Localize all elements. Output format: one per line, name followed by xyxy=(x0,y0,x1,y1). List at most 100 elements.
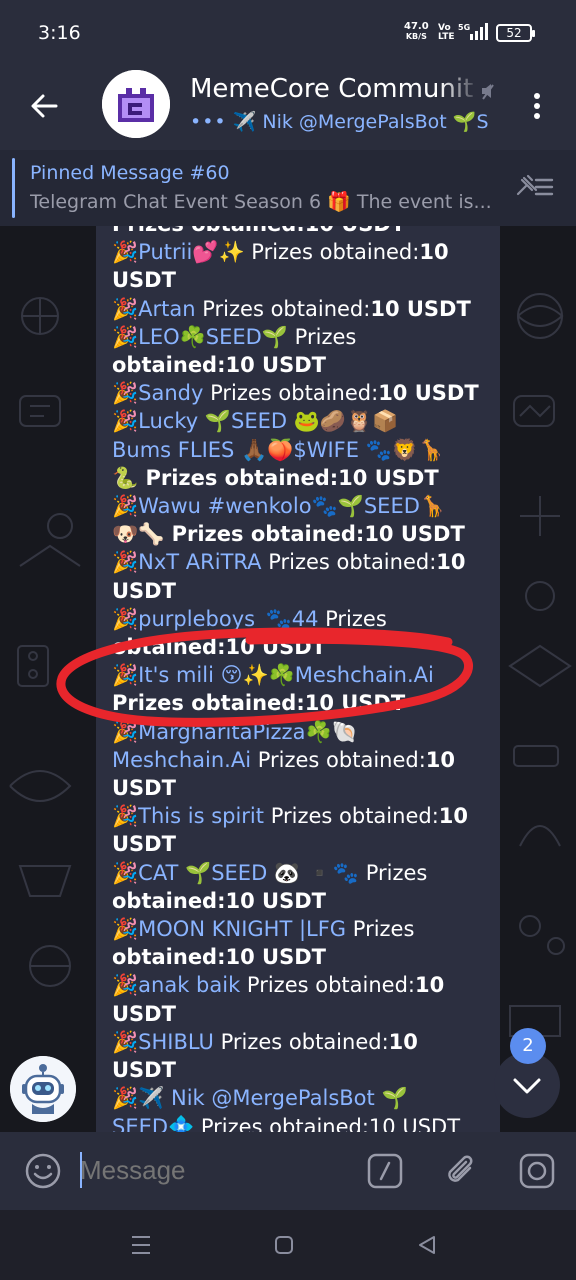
winner-name[interactable]: SHIBLU xyxy=(138,1030,214,1054)
prize-label: Prizes obtained: xyxy=(203,381,379,406)
prize-line: Prizes obtained:10 USDT xyxy=(112,226,492,238)
attach-icon[interactable] xyxy=(442,1150,480,1190)
prize-wrap: USDT xyxy=(112,776,176,801)
prize-amount: 10 xyxy=(419,240,449,265)
winner-line: 🎉Wawu #wenkolo🐾🌱SEED🦒 xyxy=(112,492,492,520)
group-avatar[interactable] xyxy=(102,70,170,138)
home-icon[interactable] xyxy=(274,1235,294,1255)
emoji-icon[interactable] xyxy=(24,1152,62,1190)
prize-wrap: 🐶🦴 Prizes obtained:10 USDT xyxy=(112,522,465,547)
winner-name-cont[interactable]: Meshchain.Ai xyxy=(112,748,251,772)
winner-name[interactable]: MargharitaPizza☘️🐚 xyxy=(138,720,358,744)
prize-label: Prizes obtained: xyxy=(261,550,437,575)
volte-indicator: Vo LTE xyxy=(438,24,455,42)
pinned-indicator xyxy=(12,158,15,218)
prize-label: Prizes xyxy=(318,606,387,631)
title-fade xyxy=(440,74,480,108)
prize-label: Prizes obtained:10 USDT xyxy=(194,1114,461,1133)
winner-name[interactable]: Wawu #wenkolo🐾🌱SEED🦒 xyxy=(138,494,446,518)
typing-indicator: ••• xyxy=(190,111,227,133)
winner-name[interactable]: Artan xyxy=(138,297,195,321)
winner-name[interactable]: NxT ARiTRA xyxy=(138,550,261,574)
pinned-text: Telegram Chat Event Season 6 🎁 The event… xyxy=(30,191,492,213)
prize-wrap: obtained:10 USDT xyxy=(112,353,326,378)
party-icon: 🎉 xyxy=(112,1086,139,1111)
memecore-logo-icon xyxy=(102,70,170,138)
winner-line: 🎉SHIBLU Prizes obtained:10 xyxy=(112,1028,492,1056)
winner-name[interactable]: ✈️ Nik @MergePalsBot 🌱 xyxy=(138,1086,407,1110)
party-icon: 🎉 xyxy=(112,804,139,829)
party-icon: 🎉 xyxy=(112,973,139,998)
user-avatar[interactable] xyxy=(10,1056,76,1122)
prize-label: Prizes obtained: xyxy=(244,240,420,265)
prize-amount: 10 xyxy=(414,973,445,998)
nav-back-icon[interactable] xyxy=(416,1234,438,1256)
prize-label: Prizes xyxy=(346,917,415,942)
winner-line: 🎉anak baik Prizes obtained:10 xyxy=(112,971,492,999)
recent-apps-icon[interactable] xyxy=(130,1234,152,1256)
winner-line: 🎉It's mili 😚✨☘️Meshchain.Ai xyxy=(112,661,492,689)
prize-label: Prizes obtained: xyxy=(213,1029,389,1054)
winner-name[interactable]: Putrii💕✨ xyxy=(138,240,244,264)
typing-user: ✈️ Nik @MergePalsBot 🌱S xyxy=(232,111,489,133)
winner-name[interactable]: anak baik xyxy=(138,973,240,997)
winner-name[interactable]: Lucky 🌱SEED 🐸🥔🦉📦 xyxy=(138,409,398,433)
prize-wrap: USDT xyxy=(112,1001,176,1026)
party-icon: 🎉 xyxy=(112,324,139,349)
mute-icon xyxy=(482,84,494,100)
winner-line: 🎉Sandy Prizes obtained:10 USDT xyxy=(112,379,492,407)
pinned-list-icon[interactable] xyxy=(514,172,556,202)
prize-amount: 10 USDT xyxy=(378,381,479,406)
pinned-message-bar[interactable]: Pinned Message #60 Telegram Chat Event S… xyxy=(0,150,576,226)
prize-wrap: obtained:10 USDT xyxy=(112,888,326,913)
camera-icon[interactable] xyxy=(518,1152,556,1190)
prize-amount: 10 xyxy=(388,1029,418,1054)
prize-label: Prizes obtained: xyxy=(195,296,371,321)
message-input-bar xyxy=(0,1132,576,1210)
prize-amount: 10 xyxy=(425,747,456,772)
signal-icon: 5G xyxy=(458,23,488,40)
winner-name[interactable]: CAT 🌱SEED 🐼 ▪️🐾 xyxy=(138,861,359,885)
winner-name-cont[interactable]: SEED💠 xyxy=(112,1115,194,1133)
chat-area[interactable]: Prizes obtained:10 USDT🎉Putrii💕✨ Prizes … xyxy=(0,226,576,1132)
winner-name[interactable]: purpleboys_🐾44 xyxy=(138,607,318,631)
winner-line: 🎉LEO☘️SEED🌱 Prizes xyxy=(112,323,492,351)
chat-title[interactable]: MemeCore Communit xyxy=(190,74,474,104)
prize-wrap: 🐍 Prizes obtained:10 USDT xyxy=(112,465,439,490)
svg-text:5G: 5G xyxy=(458,23,470,32)
message-input[interactable] xyxy=(80,1152,340,1188)
prize-wrap: USDT xyxy=(112,1058,176,1083)
unread-count-badge: 2 xyxy=(510,1028,546,1064)
prize-label: Prizes obtained: xyxy=(240,973,415,998)
winner-line: 🎉✈️ Nik @MergePalsBot 🌱 xyxy=(112,1084,492,1112)
prize-label: Prizes xyxy=(288,324,357,349)
winner-name-cont[interactable]: Bums FLIES 🙏🏾🍑$WIFE 🐾🦁🦒 xyxy=(112,438,444,462)
more-options-icon[interactable] xyxy=(526,88,548,124)
prize-wrap: USDT xyxy=(112,832,176,857)
network-speed-unit: KB/S xyxy=(405,32,427,41)
message-bubble[interactable]: Prizes obtained:10 USDT🎉Putrii💕✨ Prizes … xyxy=(96,226,500,1132)
party-icon: 🎉 xyxy=(112,550,139,575)
winner-line-cont: SEED💠 Prizes obtained:10 USDT xyxy=(112,1113,492,1133)
party-icon: 🎉 xyxy=(112,719,139,744)
text-caret xyxy=(80,1152,82,1188)
winner-name[interactable]: Sandy xyxy=(138,381,203,405)
winner-line: 🎉Artan Prizes obtained:10 USDT xyxy=(112,295,492,323)
winner-name[interactable]: It's mili 😚✨☘️Meshchain.Ai xyxy=(138,663,434,687)
party-icon: 🎉 xyxy=(112,860,139,885)
status-time: 3:16 xyxy=(38,22,81,44)
party-icon: 🎉 xyxy=(112,917,139,942)
prize-wrap: Prizes obtained:10 USDT xyxy=(112,691,406,716)
back-arrow-icon[interactable] xyxy=(26,88,62,124)
prize-label: Prizes obtained: xyxy=(251,747,426,772)
winner-line: 🎉This is spirit Prizes obtained:10 xyxy=(112,802,492,830)
winner-name[interactable]: This is spirit xyxy=(138,804,264,828)
prize-wrap: USDT xyxy=(112,268,176,293)
winner-line-cont: Bums FLIES 🙏🏾🍑$WIFE 🐾🦁🦒 xyxy=(112,436,492,464)
party-icon: 🎉 xyxy=(112,409,139,434)
prize-amount: 10 xyxy=(436,550,466,575)
winner-line: 🎉purpleboys_🐾44 Prizes xyxy=(112,605,492,633)
winner-name[interactable]: LEO☘️SEED🌱 xyxy=(138,325,288,349)
winner-name[interactable]: MOON KNIGHT |LFG xyxy=(138,917,346,941)
bot-commands-icon[interactable] xyxy=(366,1152,404,1190)
